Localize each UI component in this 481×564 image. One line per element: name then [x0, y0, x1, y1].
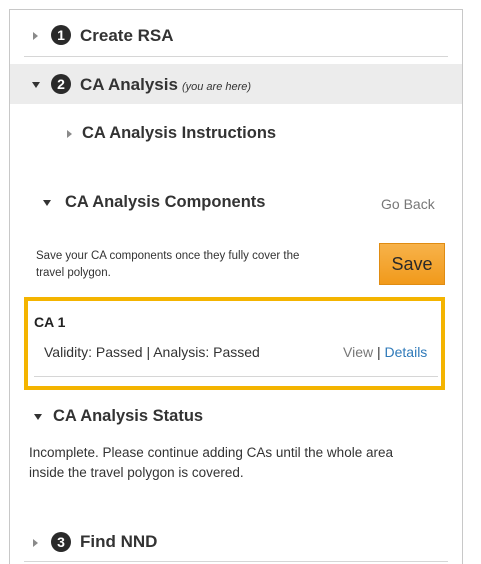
save-button[interactable]: Save [379, 243, 445, 285]
step-3-header[interactable]: 3 Find NND [10, 522, 462, 558]
chevron-down-icon [32, 82, 40, 88]
divider [24, 561, 448, 562]
components-help-text: Save your CA components once they fully … [36, 250, 300, 279]
go-back-link[interactable]: Go Back [381, 196, 435, 212]
status-title: CA Analysis Status [53, 407, 204, 425]
step-number-badge: 1 [51, 25, 71, 45]
divider [24, 56, 448, 57]
ca-actions: View | Details [343, 344, 427, 360]
current-step-note: (you are here) [181, 81, 252, 93]
step-2-label: CA Analysis [80, 75, 178, 94]
status-section-header[interactable]: CA Analysis Status [10, 398, 462, 434]
components-section-header[interactable]: CA Analysis Components Go Back [10, 184, 462, 220]
status-text: Incomplete. Please continue adding CAs u… [29, 445, 393, 480]
step-number-badge: 3 [51, 532, 71, 552]
step-1-title: Create RSA [80, 26, 174, 45]
instructions-section-header[interactable]: CA Analysis Instructions [10, 114, 462, 150]
ca-name: CA 1 [34, 314, 66, 330]
workflow-panel: 1 Create RSA 2 CA Analysis (you are here)… [9, 9, 463, 564]
step-2-title: CA Analysis (you are here) [80, 75, 251, 95]
step-2-header[interactable]: 2 CA Analysis (you are here) [10, 64, 462, 104]
separator: | [376, 344, 381, 360]
chevron-right-icon [33, 32, 38, 40]
chevron-right-icon [67, 130, 72, 138]
chevron-down-icon [43, 200, 51, 206]
view-link[interactable]: View [343, 344, 373, 360]
divider [34, 376, 438, 377]
details-link[interactable]: Details [385, 344, 428, 360]
ca-status-text: Validity: Passed | Analysis: Passed [44, 344, 260, 360]
instructions-title: CA Analysis Instructions [82, 124, 277, 142]
step-number-badge: 2 [51, 74, 71, 94]
step-1-header[interactable]: 1 Create RSA [10, 10, 462, 56]
components-title: CA Analysis Components [65, 193, 266, 211]
chevron-right-icon [33, 539, 38, 547]
ca-list-item: CA 1 Validity: Passed | Analysis: Passed… [10, 305, 462, 380]
step-3-title: Find NND [80, 532, 158, 551]
chevron-down-icon [34, 414, 42, 420]
